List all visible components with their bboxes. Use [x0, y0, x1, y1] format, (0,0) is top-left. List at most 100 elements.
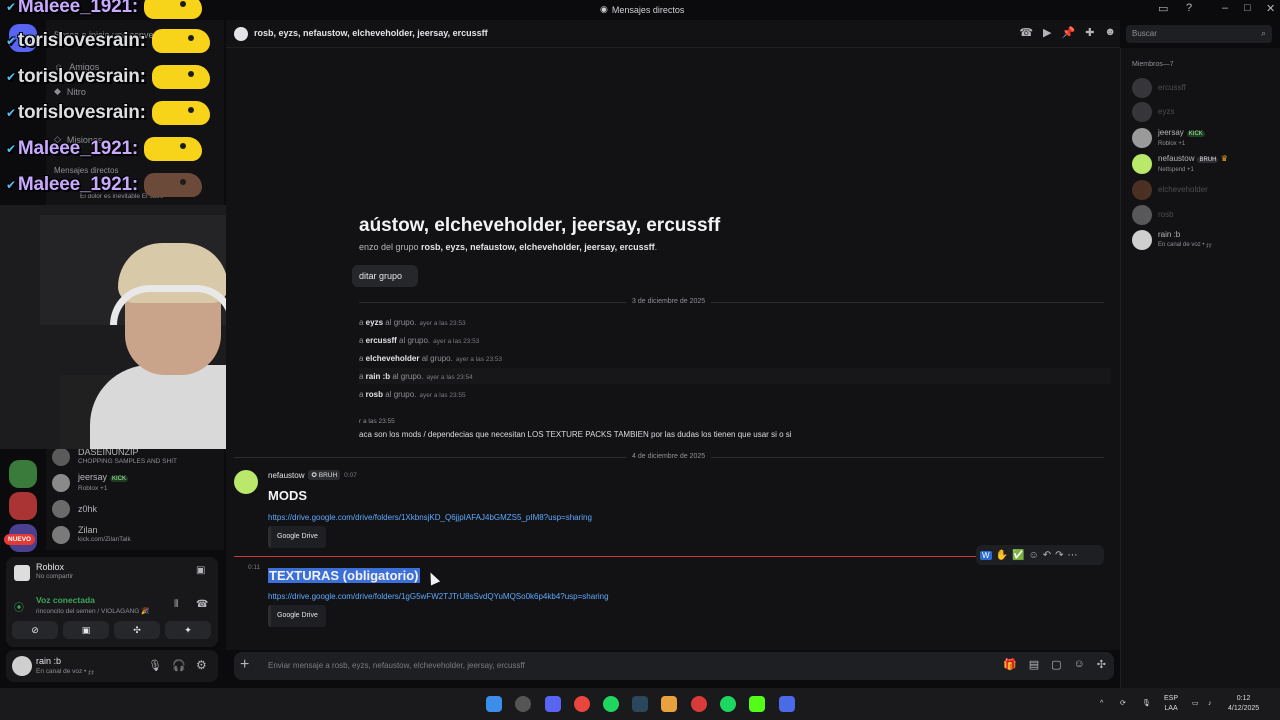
- overlay-username: Maleee_1921:: [17, 174, 138, 195]
- steam-icon[interactable]: [632, 696, 648, 712]
- edit-group-button[interactable]: ditar grupo: [352, 265, 418, 287]
- apps-icon[interactable]: ✣: [1097, 658, 1106, 671]
- activity-voice-panel: Roblox No compartir ▣ ⦿ Voz conectada ri…: [6, 557, 218, 647]
- video-call-icon[interactable]: ▶: [1043, 26, 1051, 39]
- member-item[interactable]: nefaustow BRUH ♛ Nettspend +1: [1132, 153, 1228, 175]
- server-icon[interactable]: [9, 492, 37, 520]
- inbox-icon[interactable]: ▭: [1158, 2, 1168, 15]
- start-button[interactable]: [486, 696, 502, 712]
- members-icon[interactable]: ☻: [1104, 26, 1116, 39]
- more-icon[interactable]: ⋯: [1067, 550, 1077, 561]
- system-message: a eyzs al grupo. ayer a las 23:53: [359, 318, 466, 327]
- gift-icon[interactable]: 🎁: [1003, 658, 1017, 671]
- search-input[interactable]: Buscar ⌕: [1126, 25, 1272, 43]
- member-item[interactable]: jeersay KICK Roblox +1: [1132, 127, 1205, 149]
- effects-button[interactable]: ✦: [165, 621, 211, 639]
- close-button[interactable]: ✕: [1266, 2, 1275, 15]
- signal-icon: ⦿: [14, 603, 24, 614]
- voice-channel[interactable]: rinconcito del semen / VIOLAGANG 🎉: [36, 607, 149, 615]
- microphone-icon[interactable]: 🎙: [148, 659, 162, 672]
- plus-icon[interactable]: +: [240, 656, 249, 674]
- members-header: Miembros—7: [1132, 61, 1174, 68]
- server-icon[interactable]: [9, 460, 37, 488]
- network-icon[interactable]: ▭: [1192, 699, 1199, 709]
- avatar[interactable]: [12, 656, 32, 676]
- forward-icon[interactable]: ↷: [1055, 550, 1063, 561]
- check-icon: ✔: [6, 106, 16, 120]
- member-item[interactable]: eyzs: [1132, 101, 1174, 123]
- message-composer[interactable]: + Enviar mensaje a rosb, eyzs, nefaustow…: [234, 652, 1114, 680]
- avatar: [1132, 154, 1152, 174]
- system-message: a elcheveholder al grupo. ayer a las 23:5…: [359, 354, 503, 363]
- overlay-chat-line: ✔ Maleee_1921:: [6, 0, 202, 22]
- help-icon[interactable]: ?: [1186, 2, 1192, 14]
- link-embed[interactable]: Google Drive: [268, 605, 326, 627]
- member-item[interactable]: elcheveholder: [1132, 179, 1208, 201]
- dm-item[interactable]: jeersay KICK Roblox +1: [52, 470, 222, 496]
- member-item[interactable]: ercussff: [1132, 77, 1186, 99]
- tray-mic-icon[interactable]: 🎙: [1142, 699, 1151, 709]
- group-icon: [234, 27, 248, 41]
- system-message: a rain :b al grupo. ayer a las 23:54: [359, 372, 473, 381]
- add-reaction-icon[interactable]: ☺: [1028, 550, 1038, 561]
- maximize-button[interactable]: □: [1244, 2, 1251, 14]
- kick-app-icon[interactable]: [749, 696, 765, 712]
- app-icon[interactable]: [691, 696, 707, 712]
- discord-app-icon[interactable]: [545, 696, 561, 712]
- emote-icon: [151, 65, 210, 89]
- screen-share-button[interactable]: ▣: [63, 621, 109, 639]
- call-icon[interactable]: ☎: [1019, 26, 1033, 39]
- app-icon[interactable]: [661, 696, 677, 712]
- guild-tag-badge: BRUH: [1197, 156, 1219, 163]
- dm-item[interactable]: Zilan kick.com/ZilanTalk: [52, 522, 222, 548]
- clock[interactable]: 0:12 4/12/2025: [1228, 694, 1259, 714]
- overlay-username: Maleee_1921:: [17, 138, 138, 159]
- date-divider: [359, 302, 1104, 303]
- drive-link[interactable]: https://drive.google.com/drive/folders/1…: [268, 513, 592, 522]
- kick-badge: KICK: [1186, 130, 1205, 137]
- member-item[interactable]: rain :b En canal de voz • 𝓏𝓏: [1132, 229, 1212, 251]
- overlay-chat-line: ✔ torislovesrain:: [6, 26, 210, 56]
- soundboard-icon[interactable]: ⦀: [174, 599, 178, 610]
- app-icon[interactable]: [515, 696, 531, 712]
- overlay-username: torislovesrain:: [17, 66, 146, 87]
- message-timestamp: 0:11: [248, 564, 261, 571]
- tray-chevron-icon[interactable]: ^: [1100, 699, 1103, 709]
- avatar: [1132, 78, 1152, 98]
- language-indicator[interactable]: ESP LAA: [1164, 694, 1178, 714]
- fire-emoji-icon[interactable]: ✋: [996, 550, 1008, 561]
- headphones-icon: [110, 285, 236, 325]
- emoji-icon[interactable]: ☺: [1074, 658, 1085, 671]
- disconnect-icon[interactable]: ☎: [196, 599, 208, 610]
- link-embed[interactable]: Google Drive: [268, 526, 326, 548]
- sticker-icon[interactable]: ▢: [1051, 658, 1061, 671]
- discord-icon: ◉: [600, 4, 608, 14]
- gif-icon[interactable]: ▤: [1029, 658, 1039, 671]
- member-item[interactable]: rosb: [1132, 204, 1174, 226]
- check-emoji-icon[interactable]: ✅: [1012, 550, 1024, 561]
- author-name[interactable]: nefaustow: [268, 471, 304, 480]
- camera-off-button[interactable]: ⊘: [12, 621, 58, 639]
- chrome-icon[interactable]: [574, 696, 590, 712]
- w-emoji-icon[interactable]: W: [980, 550, 992, 560]
- reply-icon[interactable]: ↶: [1043, 550, 1051, 561]
- headphones-icon[interactable]: 🎧: [172, 659, 186, 672]
- settings-gear-icon[interactable]: ⚙: [196, 658, 207, 672]
- overlay-chat-line: ✔ torislovesrain:: [6, 98, 210, 128]
- check-icon: ✔: [6, 34, 16, 48]
- drive-link[interactable]: https://drive.google.com/drive/folders/1…: [268, 592, 609, 601]
- app-icon[interactable]: [779, 696, 795, 712]
- dm-item[interactable]: z0hk: [52, 496, 222, 522]
- avatar[interactable]: [234, 470, 258, 494]
- volume-icon[interactable]: ♪: [1208, 699, 1212, 709]
- pin-icon[interactable]: 📌: [1062, 26, 1076, 39]
- message-heading-selected: TEXTURAS (obligatorio): [268, 568, 420, 583]
- screen-share-icon[interactable]: ▣: [196, 565, 205, 576]
- spotify-icon[interactable]: [603, 696, 619, 712]
- activities-button[interactable]: ✣: [114, 621, 160, 639]
- crown-icon: ♛: [1218, 153, 1228, 163]
- spotify-icon[interactable]: [720, 696, 736, 712]
- add-friend-icon[interactable]: ✚: [1085, 26, 1094, 39]
- minimize-button[interactable]: –: [1222, 2, 1228, 14]
- tray-app-icon[interactable]: ⟳: [1120, 699, 1126, 709]
